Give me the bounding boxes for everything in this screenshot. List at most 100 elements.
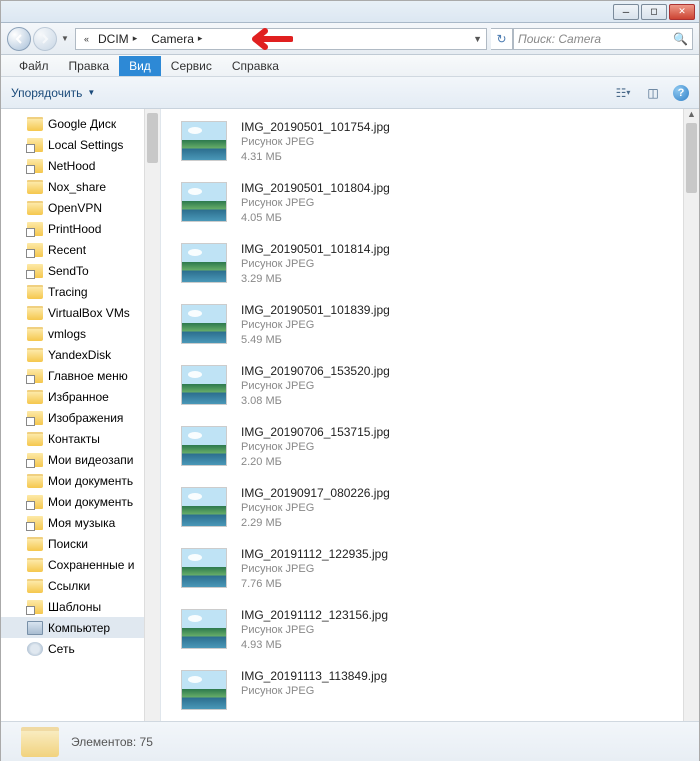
menu-help[interactable]: Справка: [222, 56, 289, 76]
tree-item[interactable]: YandexDisk: [1, 344, 160, 365]
menu-service[interactable]: Сервис: [161, 56, 222, 76]
scroll-up-icon[interactable]: ▲: [684, 109, 699, 123]
file-item[interactable]: IMG_20190917_080226.jpgРисунок JPEG2.29 …: [181, 483, 699, 541]
refresh-button[interactable]: ↻: [491, 28, 513, 50]
tree-item[interactable]: Recent: [1, 239, 160, 260]
tree-item[interactable]: Моя музыка: [1, 512, 160, 533]
shortcut-icon: [27, 264, 43, 278]
preview-pane-button[interactable]: ◫: [643, 84, 663, 102]
maximize-button[interactable]: ◻: [641, 4, 667, 20]
file-item[interactable]: IMG_20190706_153715.jpgРисунок JPEG2.20 …: [181, 422, 699, 480]
file-item[interactable]: IMG_20191113_113849.jpgРисунок JPEG: [181, 666, 699, 721]
tree-item[interactable]: Сохраненные и: [1, 554, 160, 575]
shortcut-icon: [27, 138, 43, 152]
tree-item[interactable]: Nox_share: [1, 176, 160, 197]
file-name: IMG_20190501_101754.jpg: [241, 119, 390, 135]
tree-item-label: Компьютер: [48, 621, 110, 635]
tree-item[interactable]: Ссылки: [1, 575, 160, 596]
file-size: 3.08 МБ: [241, 394, 390, 409]
back-button[interactable]: [7, 27, 31, 51]
tree-item[interactable]: NetHood: [1, 155, 160, 176]
arrow-right-icon: [39, 33, 51, 45]
tree-item[interactable]: Шаблоны: [1, 596, 160, 617]
tree-item[interactable]: Компьютер: [1, 617, 160, 638]
folder-icon: [27, 348, 43, 362]
file-list[interactable]: IMG_20190501_101754.jpgРисунок JPEG4.31 …: [161, 109, 699, 721]
tree-item-label: Local Settings: [48, 138, 123, 152]
tree-item-label: Tracing: [48, 285, 88, 299]
organize-button[interactable]: Упорядочить▼: [11, 86, 95, 100]
tree-scrollbar[interactable]: [144, 109, 160, 721]
shortcut-icon: [27, 222, 43, 236]
tree-item-label: Моя музыка: [48, 516, 115, 530]
tree-item-label: Мои документь: [48, 474, 133, 488]
content-scrollbar[interactable]: ▲: [683, 109, 699, 721]
nav-history-dropdown[interactable]: ▼: [59, 27, 71, 51]
file-size: 5.49 МБ: [241, 333, 390, 348]
tree-item[interactable]: Поиски: [1, 533, 160, 554]
status-bar: Элементов: 75: [1, 721, 699, 761]
minimize-button[interactable]: ─: [613, 4, 639, 20]
chevron-right-icon: ▸: [129, 33, 142, 44]
tree-item-label: Главное меню: [48, 369, 128, 383]
breadcrumb-root-icon[interactable]: «: [80, 34, 93, 44]
file-type: Рисунок JPEG: [241, 562, 388, 577]
tree-item[interactable]: Сеть: [1, 638, 160, 659]
file-item[interactable]: IMG_20191112_122935.jpgРисунок JPEG7.76 …: [181, 544, 699, 602]
file-name: IMG_20191113_113849.jpg: [241, 668, 387, 684]
tree-item[interactable]: Изображения: [1, 407, 160, 428]
file-item[interactable]: IMG_20190501_101814.jpgРисунок JPEG3.29 …: [181, 239, 699, 297]
shortcut-icon: [27, 600, 43, 614]
address-dropdown-icon[interactable]: ▼: [473, 34, 486, 44]
breadcrumb-segment[interactable]: Camera▸: [146, 32, 211, 46]
tree-item[interactable]: Главное меню: [1, 365, 160, 386]
scrollbar-thumb[interactable]: [686, 123, 697, 193]
file-item[interactable]: IMG_20190501_101754.jpgРисунок JPEG4.31 …: [181, 117, 699, 175]
scrollbar-thumb[interactable]: [147, 113, 158, 163]
file-type: Рисунок JPEG: [241, 196, 390, 211]
tree-item[interactable]: Мои видеозапи: [1, 449, 160, 470]
tree-item[interactable]: PrintHood: [1, 218, 160, 239]
tree-item[interactable]: vmlogs: [1, 323, 160, 344]
tree-item[interactable]: VirtualBox VMs: [1, 302, 160, 323]
close-button[interactable]: ✕: [669, 4, 695, 20]
menu-view[interactable]: Вид: [119, 56, 161, 76]
tree-item[interactable]: Local Settings: [1, 134, 160, 155]
folder-icon: [27, 201, 43, 215]
view-options-button[interactable]: ☷▾: [613, 84, 633, 102]
file-item[interactable]: IMG_20190706_153520.jpgРисунок JPEG3.08 …: [181, 361, 699, 419]
tree-item[interactable]: Google Диск: [1, 113, 160, 134]
file-item[interactable]: IMG_20191112_123156.jpgРисунок JPEG4.93 …: [181, 605, 699, 663]
arrow-left-icon: [13, 33, 25, 45]
tree-item[interactable]: Мои документь: [1, 491, 160, 512]
image-thumbnail: [181, 487, 227, 527]
file-name: IMG_20191112_122935.jpg: [241, 546, 388, 562]
file-size: 7.76 МБ: [241, 577, 388, 592]
search-input[interactable]: Поиск: Camera 🔍: [513, 28, 693, 50]
image-thumbnail: [181, 426, 227, 466]
help-button[interactable]: ?: [673, 85, 689, 101]
tree-item-label: PrintHood: [48, 222, 101, 236]
menu-file[interactable]: Файл: [9, 56, 59, 76]
folder-icon: [21, 727, 59, 757]
file-type: Рисунок JPEG: [241, 318, 390, 333]
file-item[interactable]: IMG_20190501_101804.jpgРисунок JPEG4.05 …: [181, 178, 699, 236]
tree-item[interactable]: Мои документь: [1, 470, 160, 491]
forward-button[interactable]: [33, 27, 57, 51]
folder-icon: [27, 180, 43, 194]
file-size: 3.29 МБ: [241, 272, 390, 287]
tree-item[interactable]: SendTo: [1, 260, 160, 281]
file-item[interactable]: IMG_20190501_101839.jpgРисунок JPEG5.49 …: [181, 300, 699, 358]
folder-icon: [27, 327, 43, 341]
tree-item[interactable]: Контакты: [1, 428, 160, 449]
tree-item[interactable]: Избранное: [1, 386, 160, 407]
breadcrumb-segment[interactable]: DCIM▸: [93, 32, 146, 46]
search-icon: 🔍: [673, 32, 688, 46]
navigation-tree[interactable]: Google Диск Local Settings NetHoodNox_shar…: [1, 109, 161, 721]
tree-item[interactable]: Tracing: [1, 281, 160, 302]
tree-item[interactable]: OpenVPN: [1, 197, 160, 218]
menu-edit[interactable]: Правка: [59, 56, 120, 76]
tree-item-label: Изображения: [48, 411, 123, 425]
image-thumbnail: [181, 365, 227, 405]
image-thumbnail: [181, 304, 227, 344]
